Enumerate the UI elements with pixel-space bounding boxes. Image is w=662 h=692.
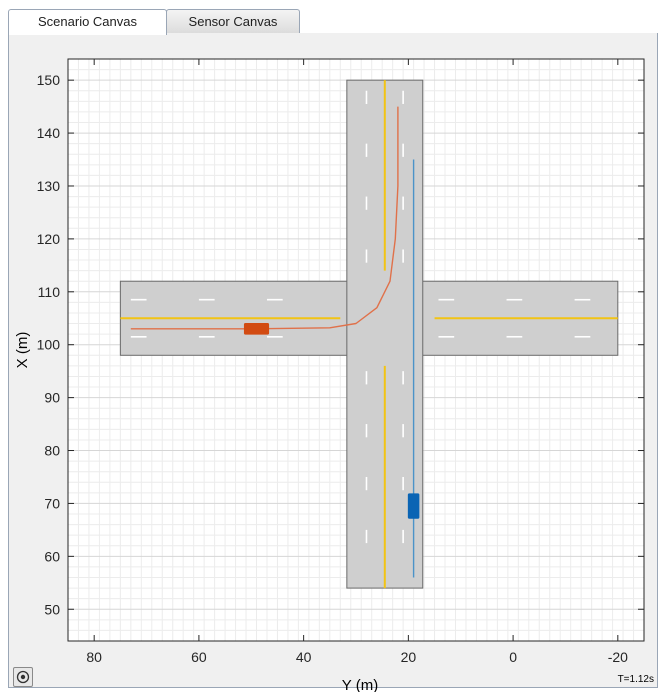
x-tick-label: 0 — [509, 649, 517, 665]
camera-settings-icon — [16, 670, 30, 684]
y-tick-label: 110 — [38, 284, 61, 300]
x-axis-label: Y (m) — [342, 677, 378, 692]
y-tick-label: 100 — [37, 337, 61, 353]
simulation-time: T=1.12s — [617, 674, 654, 685]
y-tick-label: 90 — [44, 390, 60, 406]
x-tick-label: 20 — [401, 649, 417, 665]
x-tick-label: -20 — [608, 649, 628, 665]
y-tick-label: 140 — [37, 125, 61, 141]
tab-scenario-canvas[interactable]: Scenario Canvas — [8, 9, 167, 35]
x-tick-label: 60 — [191, 649, 207, 665]
y-tick-label: 60 — [44, 548, 60, 564]
vehicle-blue[interactable] — [407, 493, 420, 519]
x-tick-label: 80 — [86, 649, 102, 665]
y-axis-label: X (m) — [14, 332, 31, 369]
y-tick-label: 80 — [44, 443, 60, 459]
y-tick-label: 70 — [44, 495, 60, 511]
y-tick-label: 150 — [37, 72, 61, 88]
scenario-plot[interactable]: 80 60 40 20 0 -20 50 60 70 80 90 100 110 120 130 140 150… — [0, 0, 662, 692]
x-tick-label: 40 — [296, 649, 312, 665]
ego-vehicle-orange[interactable] — [243, 323, 270, 335]
y-tick-label: 130 — [37, 178, 61, 194]
settings-button[interactable] — [13, 667, 33, 687]
y-tick-label: 50 — [44, 601, 60, 617]
y-tick-label: 120 — [37, 231, 61, 247]
